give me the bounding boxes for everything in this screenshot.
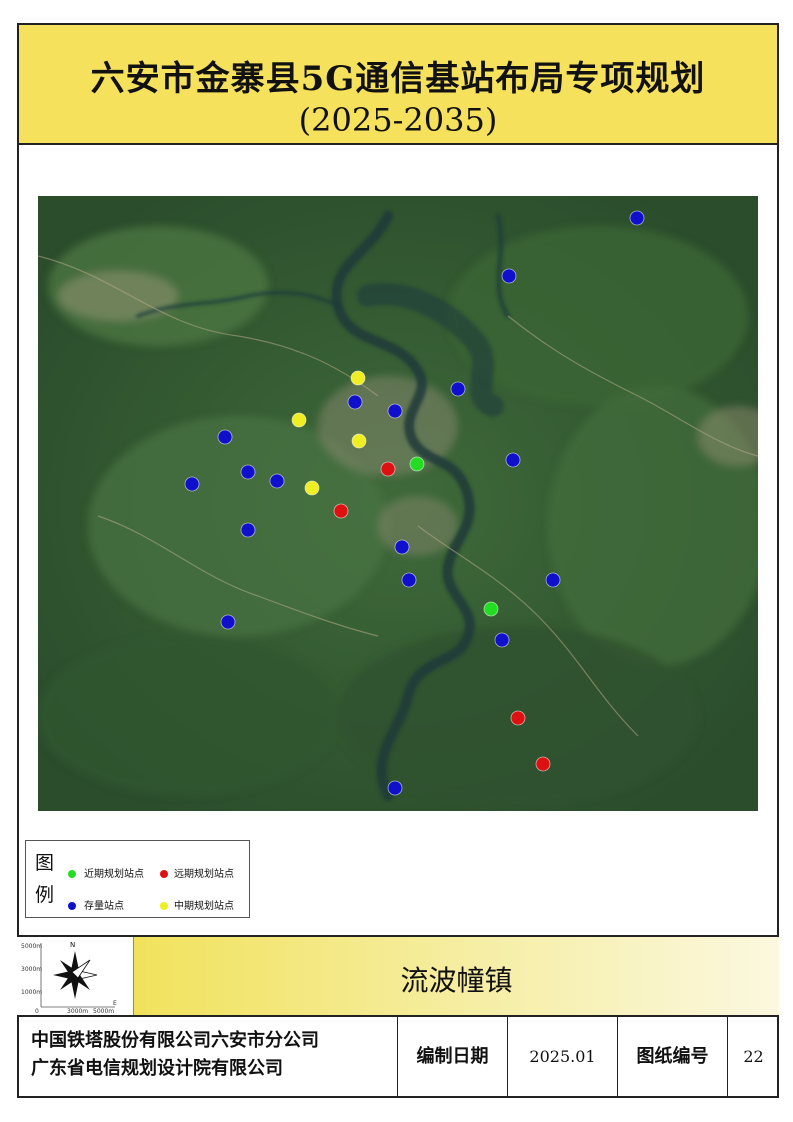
existing-site-marker[interactable]	[240, 522, 256, 538]
existing-site-marker[interactable]	[450, 381, 466, 397]
long-term-site-marker[interactable]	[510, 710, 526, 726]
footer-district-row: 5000m 3000m 1000m 0 3000m 5000m E N 流波幢镇	[17, 935, 779, 1017]
long-term-site-marker[interactable]	[380, 461, 396, 477]
existing-site-marker[interactable]	[217, 429, 233, 445]
sheet-number-value: 22	[743, 1047, 764, 1066]
existing-site-marker[interactable]	[387, 780, 403, 796]
mid-term-site-marker[interactable]	[304, 480, 320, 496]
legend-item-existing: 存量站点	[68, 897, 124, 912]
svg-text:3000m: 3000m	[21, 966, 42, 973]
existing-site-marker[interactable]	[545, 572, 561, 588]
mid-term-site-marker[interactable]	[291, 412, 307, 428]
existing-site-marker[interactable]	[387, 403, 403, 419]
svg-text:5000m: 5000m	[93, 1008, 114, 1015]
map-canvas[interactable]	[38, 196, 758, 811]
compass-scale-icon: 5000m 3000m 1000m 0 3000m 5000m E N	[21, 941, 117, 1015]
svg-text:1000m: 1000m	[21, 989, 42, 996]
long-term-site-marker[interactable]	[333, 503, 349, 519]
existing-site-marker[interactable]	[394, 539, 410, 555]
existing-site-marker[interactable]	[401, 572, 417, 588]
mid-term-site-marker[interactable]	[351, 433, 367, 449]
district-name: 流波幢镇	[400, 964, 513, 997]
near-term-site-marker[interactable]	[483, 601, 499, 617]
legend-label: 中期规划站点	[174, 901, 234, 912]
near-term-dot-icon	[68, 870, 76, 878]
existing-site-marker[interactable]	[347, 394, 363, 410]
legend-item-mid-term: 中期规划站点	[160, 897, 234, 912]
legend-title: 图例	[35, 852, 55, 906]
legend-label: 近期规划站点	[84, 869, 144, 880]
sheet-number-label: 图纸编号	[618, 1017, 728, 1096]
svg-text:3000m: 3000m	[67, 1008, 88, 1015]
scale-compass: 5000m 3000m 1000m 0 3000m 5000m E N	[17, 937, 134, 1015]
svg-text:E: E	[113, 1000, 117, 1007]
existing-site-marker[interactable]	[240, 464, 256, 480]
existing-site-marker[interactable]	[501, 268, 517, 284]
date-label: 编制日期	[398, 1017, 508, 1096]
map-subtitle-years: (2025-2035)	[298, 101, 498, 139]
title-block: 六安市金寨县5G通信基站布局专项规划 (2025-2035)	[17, 23, 779, 145]
organization-line-2: 广东省电信规划设计院有限公司	[31, 1058, 283, 1079]
existing-dot-icon	[68, 902, 76, 910]
long-term-dot-icon	[160, 870, 168, 878]
existing-site-marker[interactable]	[269, 473, 285, 489]
satellite-map[interactable]	[38, 196, 758, 811]
near-term-site-marker[interactable]	[409, 456, 425, 472]
district-banner: 流波幢镇	[134, 937, 779, 1015]
svg-text:N: N	[70, 941, 75, 949]
legend-label: 存量站点	[84, 901, 124, 912]
map-title: 六安市金寨县5G通信基站布局专项规划	[90, 59, 706, 99]
date-value: 2025.01	[508, 1017, 618, 1096]
svg-text:0: 0	[35, 1008, 39, 1015]
mid-term-dot-icon	[160, 902, 168, 910]
long-term-site-marker[interactable]	[535, 756, 551, 772]
footer-info-row: 中国铁塔股份有限公司六安市分公司 广东省电信规划设计院有限公司 编制日期 202…	[17, 1017, 779, 1098]
organization-line-1: 中国铁塔股份有限公司六安市分公司	[31, 1030, 319, 1051]
existing-site-marker[interactable]	[184, 476, 200, 492]
existing-site-marker[interactable]	[220, 614, 236, 630]
existing-site-marker[interactable]	[494, 632, 510, 648]
organization-cell: 中国铁塔股份有限公司六安市分公司 广东省电信规划设计院有限公司	[17, 1017, 398, 1096]
mid-term-site-marker[interactable]	[350, 370, 366, 386]
legend-label: 远期规划站点	[174, 869, 234, 880]
legend: 图例 近期规划站点 远期规划站点 存量站点 中期规划站点	[25, 840, 250, 918]
existing-site-marker[interactable]	[629, 210, 645, 226]
existing-site-marker[interactable]	[505, 452, 521, 468]
svg-text:5000m: 5000m	[21, 943, 42, 950]
legend-item-long-term: 远期规划站点	[160, 865, 234, 880]
legend-item-near-term: 近期规划站点	[68, 865, 144, 880]
